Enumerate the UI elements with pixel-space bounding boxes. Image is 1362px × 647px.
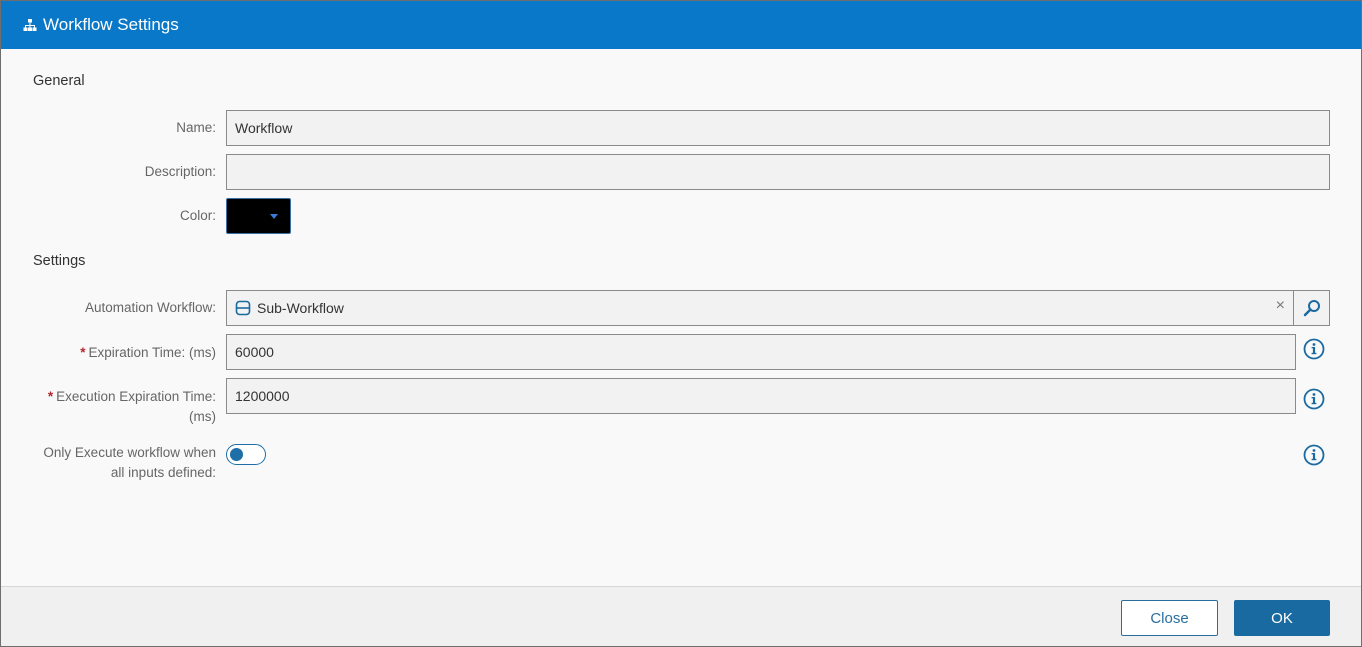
automation-workflow-field[interactable]: Sub-Workflow × <box>226 290 1294 326</box>
search-icon <box>1303 300 1320 317</box>
info-icon[interactable] <box>1303 338 1325 360</box>
info-icon[interactable] <box>1303 388 1325 410</box>
expiration-time-field[interactable] <box>226 334 1296 370</box>
toggle-knob <box>230 448 243 461</box>
description-input[interactable] <box>235 164 1329 180</box>
workflow-icon <box>235 300 251 316</box>
name-label: Name: <box>176 120 216 135</box>
ok-button[interactable]: OK <box>1234 600 1330 636</box>
description-label: Description: <box>144 164 216 179</box>
workflow-settings-dialog: Workflow Settings General Name: Descript… <box>0 0 1362 647</box>
general-heading: General <box>33 73 85 89</box>
required-marker: * <box>80 345 86 360</box>
dialog-title: Workflow Settings <box>43 15 179 34</box>
automation-workflow-value: Sub-Workflow <box>257 300 344 316</box>
name-input[interactable] <box>235 120 1329 136</box>
automation-workflow-label: Automation Workflow: <box>84 300 216 315</box>
settings-heading: Settings <box>33 253 86 269</box>
info-icon[interactable] <box>1303 444 1325 466</box>
clear-icon[interactable]: × <box>1276 297 1285 315</box>
lookup-search-button[interactable] <box>1294 290 1330 326</box>
execution-expiration-label: * Execution Expiration Time: (ms) <box>47 389 216 424</box>
color-picker-button[interactable] <box>226 198 291 234</box>
hierarchy-icon <box>23 18 37 32</box>
dialog-titlebar: Workflow Settings <box>1 1 1361 49</box>
close-button[interactable]: Close <box>1121 600 1218 636</box>
execution-expiration-input[interactable] <box>235 388 1295 404</box>
expiration-time-input[interactable] <box>235 344 1295 360</box>
color-label: Color: <box>179 208 216 223</box>
caret-down-icon <box>270 213 278 219</box>
description-field[interactable] <box>226 154 1330 190</box>
execution-expiration-field[interactable] <box>226 378 1296 414</box>
name-field[interactable] <box>226 110 1330 146</box>
expiration-time-label: * Expiration Time: (ms) <box>80 345 216 360</box>
only-execute-label: Only Execute workflow when all inputs de… <box>43 445 216 480</box>
dialog-footer: Close OK <box>1 586 1361 646</box>
required-marker: * <box>47 389 54 404</box>
only-execute-toggle[interactable] <box>226 444 266 465</box>
